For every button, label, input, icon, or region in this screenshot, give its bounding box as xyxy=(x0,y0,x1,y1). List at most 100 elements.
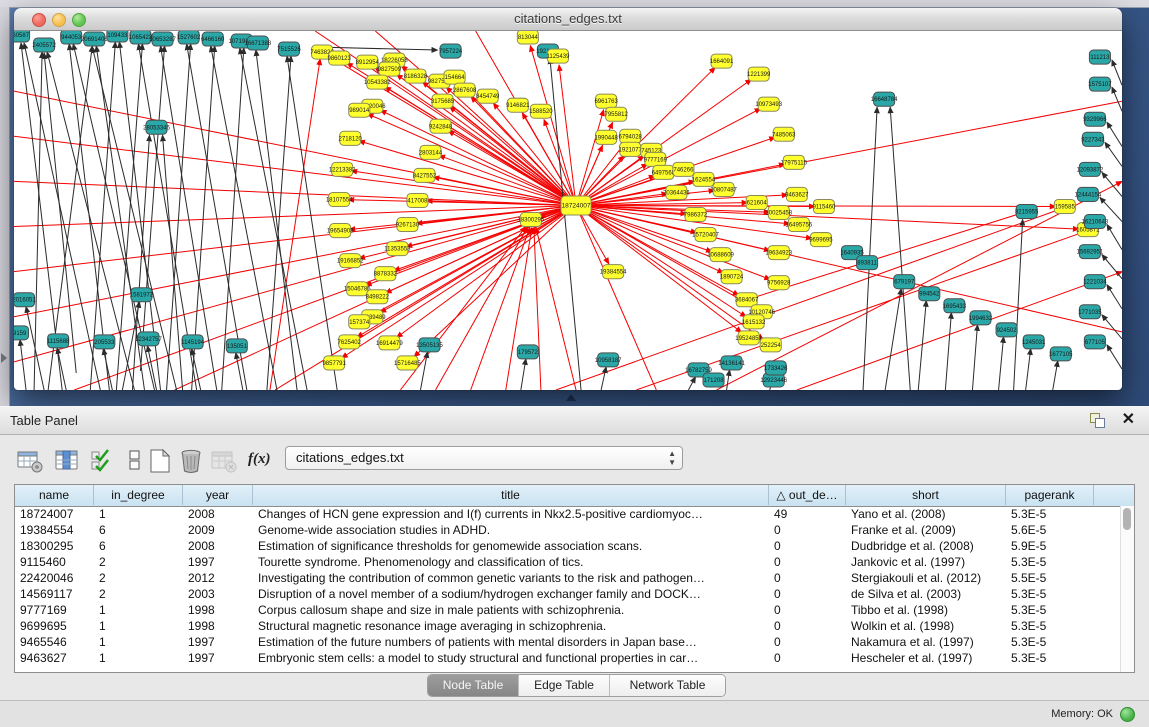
table-cell: Yano et al. (2008) xyxy=(846,506,1006,522)
table-cell: 1998 xyxy=(183,602,253,618)
table-selector-dropdown[interactable]: citations_edges.txt ▲▼ xyxy=(285,446,683,470)
graph-node-label: 1221034 xyxy=(1083,280,1107,286)
graph-node-label: 679197 xyxy=(894,280,915,286)
graph-node-label: 1994632 xyxy=(969,316,993,322)
delete-trash-icon[interactable] xyxy=(178,448,206,474)
table-row[interactable]: 1830029562008Estimation of significance … xyxy=(15,538,1121,554)
table-cell: 1 xyxy=(94,650,183,666)
graph-node-label: 8912954 xyxy=(356,60,380,66)
graph-node-label: 1733426 xyxy=(764,366,788,372)
tab-node-table[interactable]: Node Table xyxy=(428,675,518,696)
graph-node-label: 10958187 xyxy=(595,358,622,364)
splitter-grip-icon[interactable] xyxy=(566,394,576,401)
table-row[interactable]: 1456911722003Disruption of a novel membe… xyxy=(15,586,1121,602)
table-cell: 1 xyxy=(94,634,183,650)
table-row[interactable]: 946362711997Embryonic stem cells: a mode… xyxy=(15,650,1121,666)
table-row[interactable]: 2242004622012Investigating the contribut… xyxy=(15,570,1121,586)
vertical-scrollbar[interactable] xyxy=(1120,506,1134,672)
table-row[interactable]: 969969511998Structural magnetic resonanc… xyxy=(15,618,1121,634)
graph-node-label: 1890724 xyxy=(720,275,744,281)
table-cell: Franke et al. (2009) xyxy=(846,522,1006,538)
show-columns-icon[interactable] xyxy=(54,448,82,474)
graph-node-label: 16495756 xyxy=(785,223,812,229)
table-cell: 14569117 xyxy=(15,586,94,602)
graph-node-label: 16210643 xyxy=(1082,220,1109,226)
graph-node-label: 1615132 xyxy=(742,320,766,326)
table-row[interactable]: 946554611997Estimation of the future num… xyxy=(15,634,1121,650)
graph-node-label: 135051 xyxy=(227,344,248,350)
table-cell: 2 xyxy=(94,570,183,586)
graph-node-label: 677105 xyxy=(1085,340,1106,346)
scrollbar-thumb[interactable] xyxy=(1123,508,1131,530)
new-document-icon[interactable] xyxy=(146,448,174,474)
tab-edge-table[interactable]: Edge Table xyxy=(518,675,609,696)
column-header-name[interactable]: name xyxy=(15,485,94,505)
table-toolbar: f(x) citations_edges.txt ▲▼ xyxy=(0,434,1149,484)
table-cell: Corpus callosum shape and size in male p… xyxy=(253,602,769,618)
network-canvas[interactable]: 1605872405572944053206914061094331065423… xyxy=(14,31,1122,390)
column-header-year[interactable]: year xyxy=(183,485,253,505)
graph-node-label: 20691406 xyxy=(81,37,108,43)
graph-node-label: 19654903 xyxy=(327,229,354,235)
select-rows-icon[interactable] xyxy=(90,448,118,474)
table-row[interactable]: 1938455462009Genome-wide association stu… xyxy=(15,522,1121,538)
table-body: 1872400712008Changes of HCN gene express… xyxy=(15,506,1121,672)
graph-node-label: 1624554 xyxy=(692,177,716,183)
table-cell: 9463627 xyxy=(15,650,94,666)
column-header-short[interactable]: short xyxy=(846,485,1006,505)
tab-network-table[interactable]: Network Table xyxy=(609,675,725,696)
float-panel-icon[interactable] xyxy=(1090,413,1105,427)
status-bar: Memory: OK xyxy=(0,700,1149,727)
table-cell: Hescheler et al. (1997) xyxy=(846,650,1006,666)
table-cell: Tourette syndrome. Phenomenology and cla… xyxy=(253,554,769,570)
graph-node-label: 2867608 xyxy=(453,88,477,94)
graph-node-label: 3175685 xyxy=(431,99,455,105)
graph-node-label: 2016051 xyxy=(14,298,36,304)
graph-node-label: 12342757 xyxy=(135,337,162,343)
panel-expand-arrow-icon[interactable] xyxy=(1,353,7,363)
graph-node-label: 6497568 xyxy=(652,170,676,176)
graph-node-label: 3684067 xyxy=(735,298,759,304)
table-cell: 1 xyxy=(94,602,183,618)
table-cell: 2003 xyxy=(183,586,253,602)
column-header-title[interactable]: title xyxy=(253,485,769,505)
table-cell: 1 xyxy=(94,618,183,634)
graph-node-label: 19166852 xyxy=(337,259,364,265)
table-cell: Estimation of significance thresholds fo… xyxy=(253,538,769,554)
table-cell: Estimation of the future numbers of pati… xyxy=(253,634,769,650)
table-cell: 5.9E-5 xyxy=(1006,538,1094,554)
graph-node-label: 10653287 xyxy=(149,37,176,43)
table-cell: Dudbridge et al. (2008) xyxy=(846,538,1006,554)
close-panel-icon[interactable]: ✕ xyxy=(1122,410,1135,430)
graph-node-label: 924502 xyxy=(997,328,1018,334)
graph-node-label: 10543382 xyxy=(364,80,391,86)
column-header-in_degree[interactable]: in_degree xyxy=(94,485,183,505)
table-cell: Jankovic et al. (1997) xyxy=(846,554,1006,570)
graph-node-label: 16648784 xyxy=(871,97,898,103)
graph-node-label: 159585 xyxy=(1055,204,1076,210)
graph-node-label: 6961763 xyxy=(594,99,618,105)
table-cell: Wolkin et al. (1998) xyxy=(846,618,1006,634)
memory-status-indicator[interactable] xyxy=(1120,707,1135,722)
graph-node-label: 9756928 xyxy=(767,281,791,287)
graph-node-label: 12213382 xyxy=(329,167,356,173)
column-header-out_de[interactable]: △ out_de… xyxy=(769,485,846,505)
table-row[interactable]: 977716911998Corpus callosum shape and si… xyxy=(15,602,1121,618)
window-titlebar[interactable]: citations_edges.txt xyxy=(14,8,1122,31)
table-cell: 5.3E-5 xyxy=(1006,506,1094,522)
table-cell: Genome-wide association studies in ADHD. xyxy=(253,522,769,538)
function-builder-icon[interactable]: f(x) xyxy=(248,451,276,477)
table-row[interactable]: 911546021997Tourette syndrome. Phenomeno… xyxy=(15,554,1121,570)
column-header-pagerank[interactable]: pagerank xyxy=(1006,485,1094,505)
graph-node-label: 1990448 xyxy=(594,135,618,141)
table-options-icon[interactable] xyxy=(16,448,44,474)
table-row[interactable]: 1872400712008Changes of HCN gene express… xyxy=(15,506,1121,522)
graph-node-label: 994542 xyxy=(919,292,940,298)
table-cell: 0 xyxy=(769,650,846,666)
graph-node-label: 111213 xyxy=(1090,55,1110,61)
graph-node-label: 1677105 xyxy=(1049,352,1073,358)
graph-node-label: 157374 xyxy=(349,320,370,326)
graph-node-label: 10807487 xyxy=(710,187,737,193)
graph-node-label: 28053346 xyxy=(143,125,170,131)
collapsed-control-panel[interactable] xyxy=(0,7,10,406)
